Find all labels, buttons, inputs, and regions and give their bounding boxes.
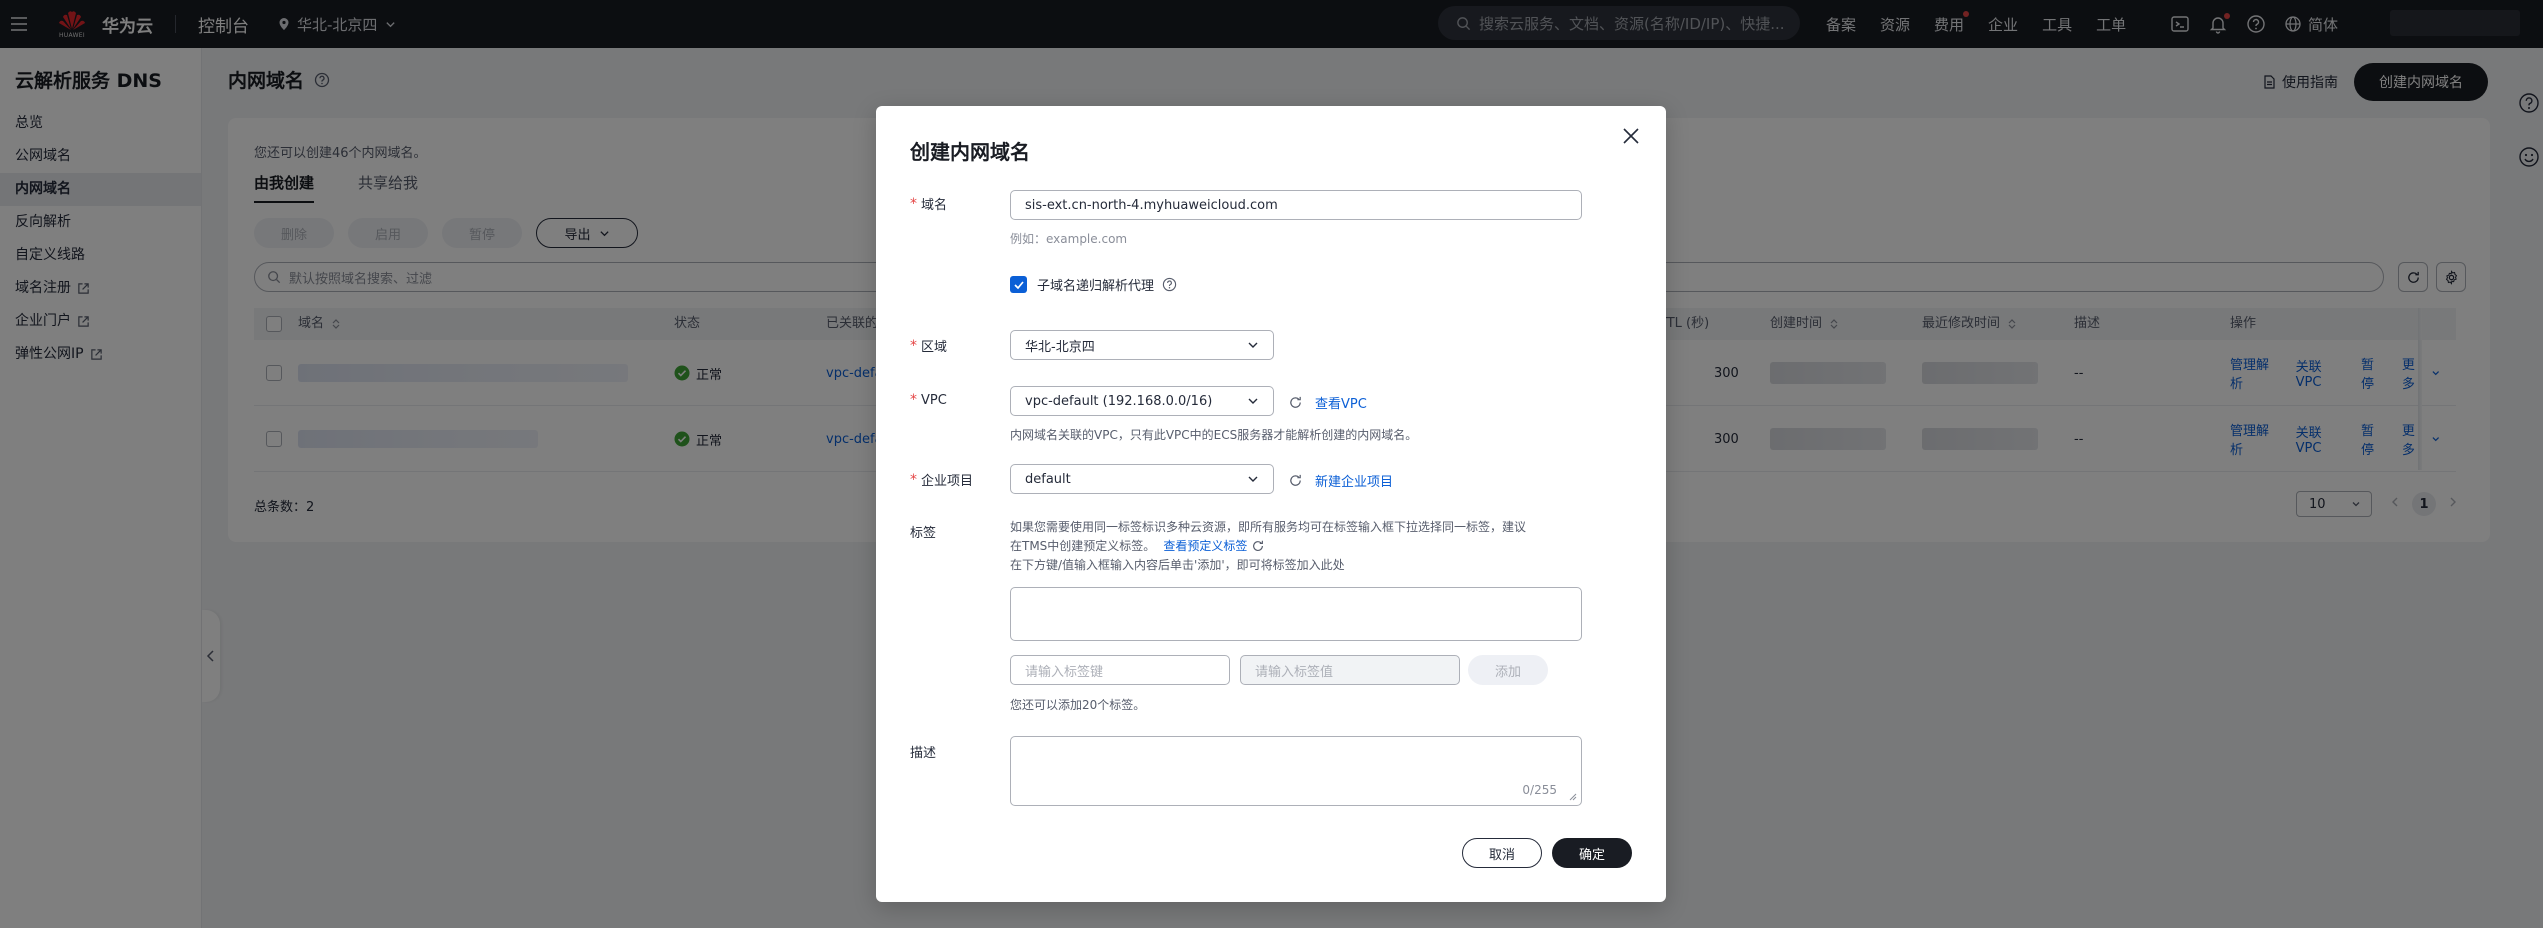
tag-value-input[interactable]: 请输入标签值: [1240, 655, 1460, 685]
view-vpc-link[interactable]: 查看VPC: [1288, 393, 1367, 412]
checkmark-icon: [1013, 280, 1024, 289]
add-tag-button[interactable]: 添加: [1468, 655, 1548, 685]
tag-key-input[interactable]: 请输入标签键: [1010, 655, 1230, 685]
region-select[interactable]: 华北-北京四: [1010, 330, 1274, 360]
domain-label: * 域名: [910, 195, 948, 214]
dialog-close-button[interactable]: [1617, 122, 1645, 150]
domain-name-input[interactable]: sis-ext.cn-north-4.myhuaweicloud.com: [1010, 190, 1582, 220]
region-label: * 区域: [910, 337, 948, 356]
chevron-down-icon: [1248, 398, 1258, 404]
chevron-down-icon: [1248, 342, 1258, 348]
tag-hint-line2: 在TMS中创建预定义标签。 查看预定义标签: [1010, 537, 1265, 554]
question-circle-icon[interactable]: [1162, 277, 1177, 292]
cancel-button[interactable]: 取消: [1462, 838, 1542, 868]
vpc-label: * VPC: [910, 392, 947, 408]
vpc-select[interactable]: vpc-default (192.168.0.0/16): [1010, 386, 1274, 416]
refresh-icon[interactable]: [1251, 539, 1265, 553]
tag-hint-line1: 如果您需要使用同一标签标识多种云资源，即所有服务均可在标签输入框下拉选择同一标签…: [1010, 520, 1527, 534]
description-textarea[interactable]: 0/255: [1010, 736, 1582, 806]
tag-hint-line3: 在下方键/值输入框输入内容后单击'添加'，即可将标签加入此处: [1010, 558, 1345, 572]
view-predefined-tags-link[interactable]: 查看预定义标签: [1163, 537, 1247, 554]
recursive-resolution-option: 子域名递归解析代理: [1010, 275, 1177, 294]
create-enterprise-project-link[interactable]: 新建企业项目: [1288, 471, 1393, 490]
chevron-down-icon: [1248, 476, 1258, 482]
close-icon: [1623, 128, 1639, 144]
create-private-zone-dialog: 创建内网域名 * 域名 sis-ext.cn-north-4.myhuaweicl…: [876, 106, 1666, 902]
refresh-icon[interactable]: [1288, 473, 1303, 488]
tag-quota-hint: 您还可以添加20个标签。: [1010, 698, 1146, 712]
resize-handle-icon[interactable]: [1569, 793, 1577, 801]
refresh-icon[interactable]: [1288, 395, 1303, 410]
enterprise-project-select[interactable]: default: [1010, 464, 1274, 494]
recursive-resolution-checkbox[interactable]: [1010, 276, 1027, 293]
dialog-title: 创建内网域名: [910, 140, 1030, 164]
tag-label: 标签: [910, 526, 937, 541]
vpc-hint: 内网域名关联的VPC，只有此VPC中的ECS服务器才能解析创建的内网域名。: [1010, 428, 1418, 442]
description-char-count: 0/255: [1522, 783, 1557, 797]
enterprise-project-label: * 企业项目: [910, 471, 974, 490]
tag-list-box[interactable]: [1010, 587, 1582, 641]
confirm-button[interactable]: 确定: [1552, 838, 1632, 868]
domain-example-hint: 例如：example.com: [1010, 232, 1128, 246]
description-label: 描述: [910, 746, 937, 761]
